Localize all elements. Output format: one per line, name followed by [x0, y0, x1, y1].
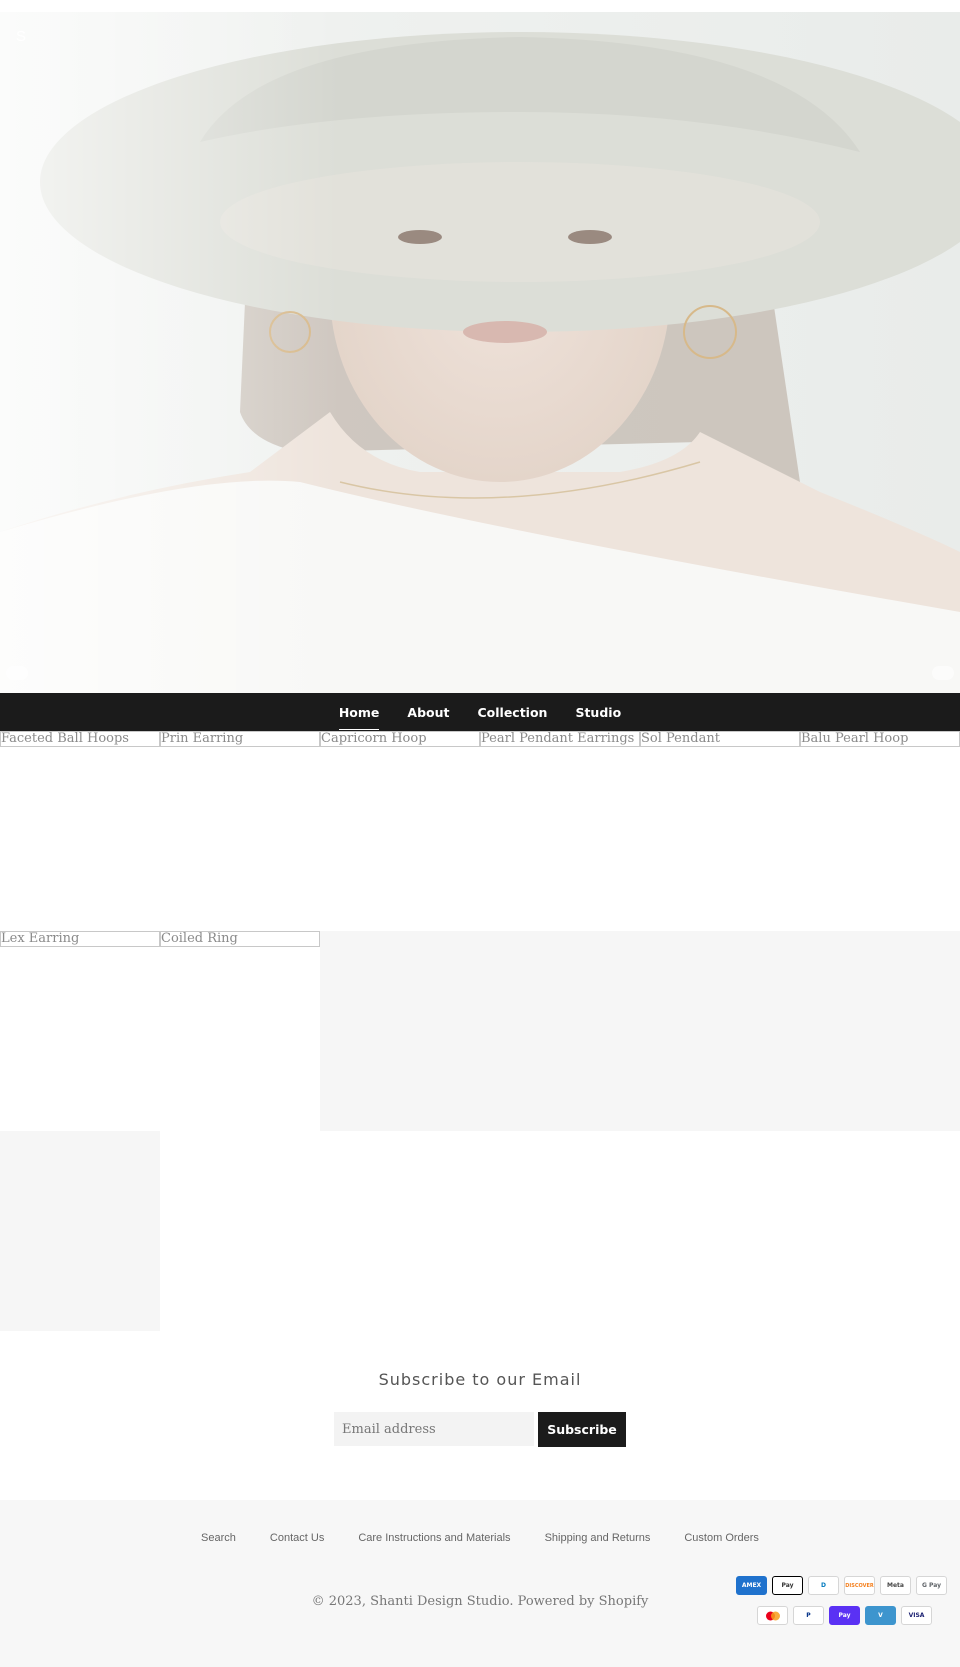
discover-icon: DISCOVER	[844, 1576, 875, 1595]
venmo-icon: V	[865, 1606, 896, 1625]
product-card[interactable]: Balu Pearl Hoop	[800, 731, 960, 931]
product-title[interactable]: Balu Pearl Hoop	[800, 731, 960, 747]
footer-link-care[interactable]: Care Instructions and Materials	[358, 1532, 510, 1544]
meta-pay-icon: Meta	[880, 1576, 911, 1595]
product-title[interactable]: Lex Earring	[0, 931, 160, 947]
payment-icons-row-2: P Pay V VISA	[757, 1606, 932, 1625]
hero-banner: S	[0, 12, 960, 693]
apple-pay-icon: Pay	[772, 1576, 803, 1595]
mastercard-icon	[757, 1606, 788, 1625]
subscribe-form: Email address Subscribe	[334, 1412, 626, 1447]
product-card[interactable]: Prin Earring	[160, 731, 320, 931]
product-title[interactable]: Capricorn Hoop	[320, 731, 480, 747]
site-logo[interactable]: S	[16, 28, 26, 45]
email-field[interactable]: Email address	[334, 1412, 534, 1446]
product-placeholder-block	[0, 1131, 160, 1331]
subscribe-heading: Subscribe to our Email	[378, 1370, 582, 1389]
subscribe-section: Subscribe to our Email Email address Sub…	[0, 1370, 960, 1447]
product-placeholder-block	[320, 931, 960, 1131]
product-title[interactable]: Pearl Pendant Earrings	[480, 731, 640, 747]
product-title[interactable]: Prin Earring	[160, 731, 320, 747]
diners-icon: D	[808, 1576, 839, 1595]
nav-item-home[interactable]: Home	[338, 701, 379, 730]
product-card[interactable]: Pearl Pendant Earrings	[480, 731, 640, 931]
google-pay-icon: G Pay	[916, 1576, 947, 1595]
hero-overlay	[0, 12, 340, 693]
footer-link-contact[interactable]: Contact Us	[270, 1532, 324, 1544]
product-card[interactable]: Sol Pendant	[640, 731, 800, 931]
product-title[interactable]: Coiled Ring	[160, 931, 320, 947]
footer-links: Search Contact Us Care Instructions and …	[0, 1532, 960, 1544]
product-title[interactable]: Faceted Ball Hoops	[0, 731, 160, 747]
payment-icons-row-1: AMEX Pay D DISCOVER Meta G Pay	[736, 1576, 947, 1595]
subscribe-button[interactable]: Subscribe	[538, 1412, 626, 1447]
product-title[interactable]: Sol Pendant	[640, 731, 800, 747]
main-nav: Home About Collection Studio	[0, 693, 960, 731]
footer-link-search[interactable]: Search	[201, 1532, 236, 1544]
hero-next-control[interactable]	[932, 666, 954, 680]
shop-pay-icon: Pay	[829, 1606, 860, 1625]
site-footer: Search Contact Us Care Instructions and …	[0, 1500, 960, 1667]
amex-icon: AMEX	[736, 1576, 767, 1595]
nav-item-about[interactable]: About	[407, 701, 449, 724]
product-card[interactable]: Capricorn Hoop	[320, 731, 480, 931]
paypal-icon: P	[793, 1606, 824, 1625]
product-grid-row-1: Faceted Ball Hoops Prin Earring Capricor…	[0, 731, 960, 931]
product-card[interactable]: Faceted Ball Hoops	[0, 731, 160, 931]
footer-link-shipping[interactable]: Shipping and Returns	[545, 1532, 651, 1544]
visa-icon: VISA	[901, 1606, 932, 1625]
hero-prev-control[interactable]	[6, 666, 28, 680]
footer-link-custom-orders[interactable]: Custom Orders	[684, 1532, 759, 1544]
nav-item-studio[interactable]: Studio	[575, 701, 621, 724]
product-card[interactable]: Coiled Ring	[160, 931, 320, 1131]
nav-item-collection[interactable]: Collection	[477, 701, 547, 724]
product-card[interactable]: Lex Earring	[0, 931, 160, 1131]
